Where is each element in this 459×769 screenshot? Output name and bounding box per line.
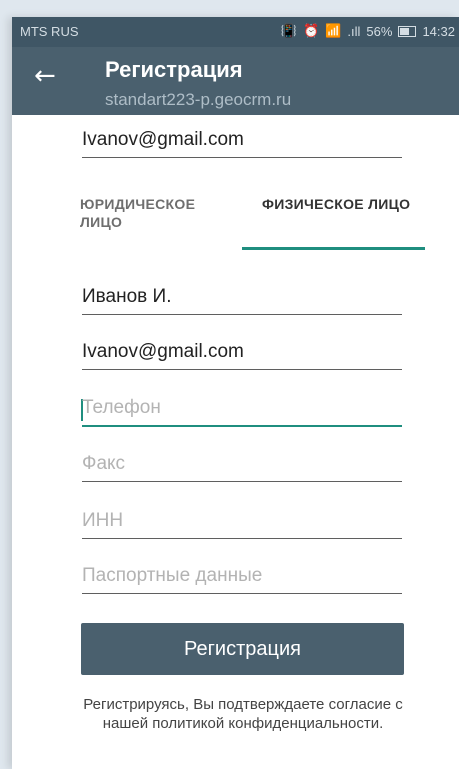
name-value: Иванов И. [82,286,172,307]
fax-field[interactable]: Факс [82,449,402,482]
privacy-policy-notice: Регистрируясь, Вы подтверждаете согласие… [83,696,403,732]
passport-placeholder: Паспортные данные [82,565,263,586]
status-icons: 📳 ⏰ 📶 .ıll 56% 14:32 [281,23,455,39]
app-bar: ← Регистрация standart223-p.geocrm.ru [12,47,459,115]
page-title: Регистрация [105,57,243,82]
back-arrow-icon[interactable]: ← [34,61,56,91]
phone-screen: MTS RUS 📳 ⏰ 📶 .ıll 56% 14:32 ← Регистрац… [12,17,459,769]
register-button[interactable]: Регистрация [81,623,404,675]
status-bar: MTS RUS 📳 ⏰ 📶 .ıll 56% 14:32 [12,17,459,47]
top-email-value: Ivanov@gmail.com [82,129,244,150]
email-field[interactable]: Ivanov@gmail.com [82,337,402,370]
email-value: Ivanov@gmail.com [82,341,244,362]
name-field[interactable]: Иванов И. [82,282,402,315]
phone-placeholder: Телефон [82,397,161,418]
vibrate-icon: 📳 [280,23,298,38]
passport-field[interactable]: Паспортные данные [82,561,402,594]
wifi-icon: 📶 [325,23,342,38]
inn-field[interactable]: ИНН [82,506,402,539]
carrier-label: MTS RUS [20,24,79,39]
tab-individual[interactable]: ФИЗИЧЕСКОЕ ЛИЦО [262,195,422,213]
tab-selected-indicator [242,247,425,250]
phone-field[interactable]: Телефон [81,393,402,427]
inn-placeholder: ИНН [82,510,124,531]
page-subtitle: standart223-p.geocrm.ru [105,90,292,109]
battery-icon [398,25,417,37]
alarm-icon: ⏰ [303,23,320,38]
signal-icon: .ıll [347,23,361,39]
clock: 14:32 [422,23,455,39]
top-email-field[interactable]: Ivanov@gmail.com [82,125,402,158]
fax-placeholder: Факс [82,453,126,474]
tab-legal-entity[interactable]: ЮРИДИЧЕСКОЕ ЛИЦО [80,195,220,231]
battery-percent: 56% [366,23,393,39]
